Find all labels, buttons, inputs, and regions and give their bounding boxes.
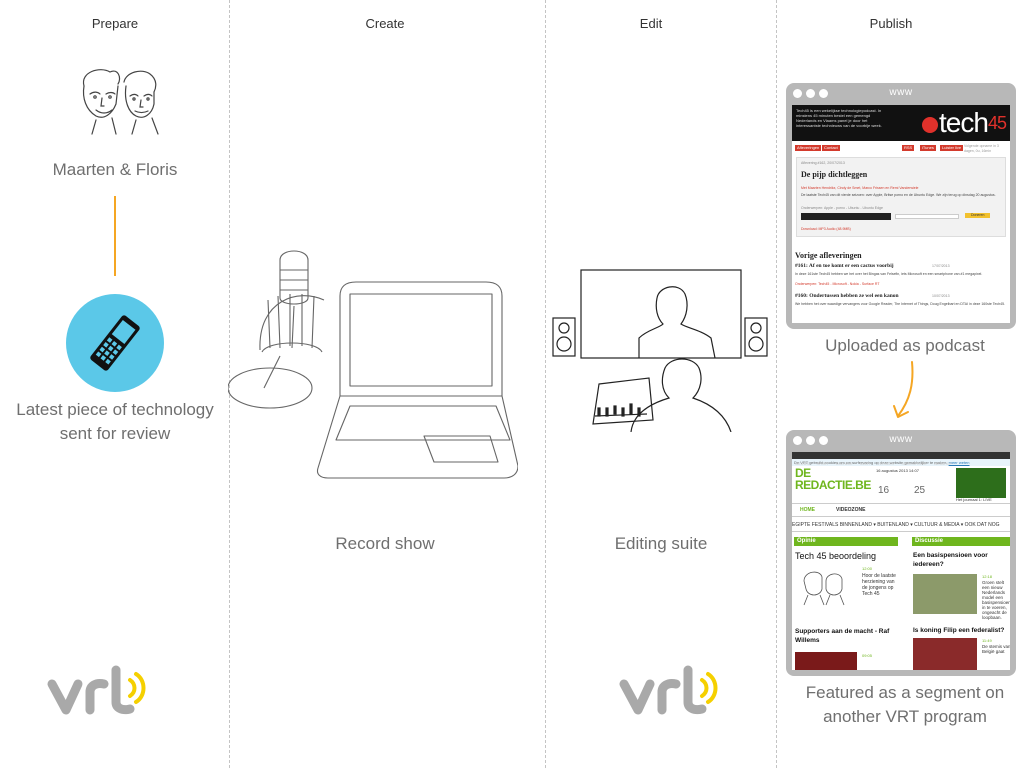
segment-caption-line1: Featured as a segment on <box>805 683 1005 702</box>
device-caption: Latest piece of technology sent for revi… <box>0 398 230 446</box>
deredactie-browser-window: www NIEUWS SPORT CULTUUR MEER VERKEER RA… <box>786 430 1016 676</box>
nav-afleveringen-button[interactable]: Afleveringen <box>795 145 822 151</box>
opinion-time: 12:00 <box>862 566 873 571</box>
discussion-photo <box>913 574 977 614</box>
opinion-teaser: Hoor de laatste herziening van de jongen… <box>862 573 896 597</box>
nav-itunes-button[interactable]: iTunes <box>920 145 936 151</box>
segment-caption-line2: another VRT program <box>823 707 987 726</box>
deredactie-page: NIEUWS SPORT CULTUUR MEER VERKEER RADIOS… <box>792 452 1010 670</box>
smartphone-icon <box>66 294 164 392</box>
share-buttons[interactable] <box>895 214 959 219</box>
browser-chrome: www <box>786 430 1016 452</box>
prev-episode-2-description: We hebben het over waardige vervangers v… <box>795 302 1006 306</box>
column-title-prepare: Prepare <box>91 16 139 31</box>
hosts-sketch-icon <box>82 69 159 135</box>
tab-home[interactable]: HOME <box>800 507 815 513</box>
hosts-caption: Maarten & Floris <box>52 160 178 179</box>
episode-meta: Aflevering #162, 20/07/2013 <box>801 161 845 165</box>
top-nav-sport[interactable]: SPORT <box>816 462 828 466</box>
episode-title[interactable]: De pijp dichtleggen <box>801 170 867 179</box>
curved-arrow-icon <box>893 361 914 418</box>
supporters-photo <box>795 652 857 670</box>
editing-suite-sketch-icon <box>552 269 768 432</box>
discussion-headline[interactable]: Een basispensioen voor iedereen? <box>913 551 1010 569</box>
tech45-browser-window: www Tech45 is een wekelijkse technologie… <box>786 83 1016 329</box>
nav-luister-live-button[interactable]: Luister live <box>940 145 964 151</box>
prev-episode-1-description: In deze 161ste Tech45 hebben we het over… <box>795 272 983 276</box>
browser-chrome: www <box>786 83 1016 105</box>
vrt-top-nav: NIEUWS SPORT CULTUUR MEER VERKEER RADIOS… <box>792 452 1010 466</box>
connector-line <box>114 196 116 276</box>
deredactie-logo[interactable]: DE REDACTIE.BE <box>795 467 871 491</box>
episode-topics: Onderwerpen: Apple - porno - Ubuntu - Ub… <box>801 206 883 210</box>
top-nav-verkeer[interactable]: VERKEER <box>877 462 894 466</box>
tech45-logo: tech45 <box>922 108 1007 138</box>
tech45-nav: Afleveringen Contact RSS iTunes Luister … <box>792 141 1010 155</box>
opinion-thumbnail-sketch <box>803 571 845 606</box>
prev-episode-1-date: 17/07/2013 <box>932 264 950 268</box>
browser-url: www <box>889 434 913 445</box>
episode-guests: Met Maarten Hendrikx, Cindy de Smet, Mar… <box>801 186 919 190</box>
tech45-header: Tech45 is een wekelijkse technologiepodc… <box>792 105 1010 141</box>
section-discussie[interactable]: Discussie <box>912 537 1010 546</box>
top-nav-cultuur[interactable]: CULTUUR <box>836 462 852 466</box>
vrt-logo-edit <box>619 665 718 715</box>
prev-episode-1-topics: Onderwerpen: Tech45 - Microsoft - Nokia … <box>795 282 880 286</box>
site-tabs: HOME VIDEOZONE <box>792 503 1010 517</box>
section-opinie[interactable]: Opinie <box>794 537 898 546</box>
device-caption-line2: sent for review <box>59 424 171 443</box>
latest-episode-card: Aflevering #162, 20/07/2013 De pijp dich… <box>796 157 1006 237</box>
supporters-headline[interactable]: Supporters aan de macht - Raf Willems <box>795 627 903 645</box>
tech45-blurb: Tech45 is een wekelijkse technologiepodc… <box>796 108 882 128</box>
supporters-time: 09:05 <box>862 653 873 658</box>
column-divider-2 <box>545 0 546 768</box>
audio-player[interactable] <box>801 213 891 220</box>
vrt-logo-prepare <box>47 665 146 715</box>
filip-teaser: De stemis van België gaat <box>982 644 1010 654</box>
column-title-publish: Publish <box>869 16 913 31</box>
column-divider-3 <box>776 0 777 768</box>
top-nav-meer[interactable]: MEER <box>860 462 870 466</box>
previous-episodes-heading: Vorige afleveringen <box>795 251 862 260</box>
prev-episode-2-title[interactable]: #160: Ondertussen hebben ze wel een kano… <box>795 293 899 299</box>
microphone-laptop-sketch-icon <box>228 250 518 479</box>
download-link[interactable]: Download: MP3 Audio (48.9MB) <box>801 227 851 232</box>
prev-episode-1-title[interactable]: #161: Af en toe komt er een cactus voorb… <box>795 263 894 269</box>
temperature-today: 16 <box>878 485 890 496</box>
next-recording-text: Volgende opname in 3 dagen, 0u, 16min <box>964 144 999 153</box>
nav-rss-button[interactable]: RSS <box>902 145 915 151</box>
tech45-page: Tech45 is een wekelijkse technologiepodc… <box>792 105 1010 323</box>
browser-url: www <box>889 87 913 98</box>
top-nav-radiospeler[interactable]: RADIOSPELER <box>902 462 927 466</box>
tech45-logo-mark <box>922 116 939 133</box>
top-nav-webshop[interactable]: WEBSHOP <box>934 462 952 466</box>
nav-contact-button[interactable]: Contact <box>822 145 840 151</box>
section-menu[interactable]: EGIPTE FESTIVALS BINNENLAND ▾ BUITENLAND… <box>792 519 1010 532</box>
tab-videozone[interactable]: VIDEOZONE <box>836 507 865 513</box>
donate-button[interactable]: Doneren <box>965 213 991 218</box>
device-caption-line1: Latest piece of technology <box>16 400 214 419</box>
live-tv-thumbnail[interactable] <box>956 468 1006 498</box>
segment-caption: Featured as a segment on another VRT pro… <box>786 681 1024 729</box>
filip-photo <box>913 638 977 670</box>
column-title-edit: Edit <box>639 16 663 31</box>
filip-headline[interactable]: Is koning Filip een federalist? <box>913 627 1004 634</box>
create-caption: Record show <box>335 534 435 553</box>
opinion-headline[interactable]: Tech 45 beoordeling <box>795 551 876 561</box>
discussion-teaser: Groen stelt een nieuw Nederlands model e… <box>982 580 1010 620</box>
column-title-create: Create <box>365 16 405 31</box>
episode-description: De laatste Tech45 van dit vierde seizoen… <box>801 193 996 197</box>
prev-episode-2-date: 10/07/2013 <box>932 294 950 298</box>
edit-caption: Editing suite <box>614 534 708 553</box>
date-time: 16 augustus 2013 14:07 <box>876 468 919 473</box>
temperature-tomorrow: 25 <box>914 485 926 496</box>
podcast-caption: Uploaded as podcast <box>825 336 985 355</box>
